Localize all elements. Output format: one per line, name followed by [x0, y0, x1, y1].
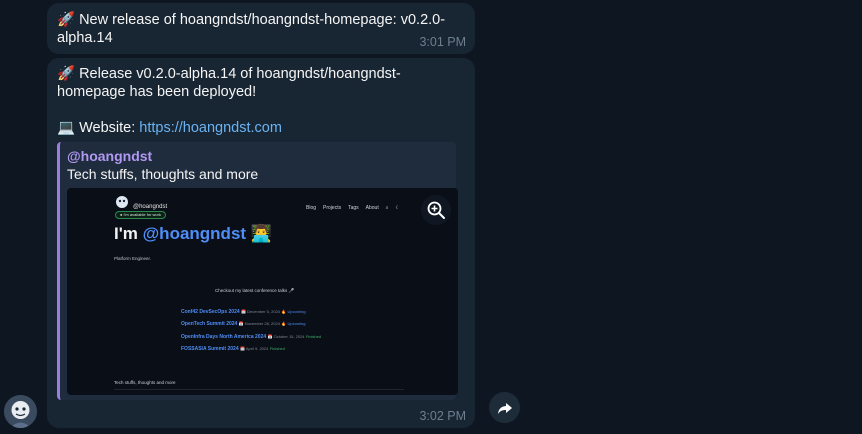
site-logo-icon: [116, 196, 128, 208]
preview-site-name: @hoangndst: [67, 148, 153, 164]
site-checkout: Checkout my latest conference talks 🎤: [215, 288, 295, 293]
share-button[interactable]: [489, 392, 520, 423]
message-time: 3:02 PM: [419, 409, 466, 423]
site-search-icon: ⌕: [385, 205, 389, 211]
preview-description: Tech stuffs, thoughts and more: [67, 166, 259, 182]
site-availability-badge: ● I'm available for work: [115, 211, 166, 219]
zoom-in-icon: [427, 201, 445, 219]
site-nav-tags: Tags: [348, 205, 359, 211]
message-text: 🚀 Release v0.2.0-alpha.14 of hoangndst/h…: [57, 66, 401, 100]
message-text: 🚀 New release of hoangndst/hoangndst-hom…: [57, 12, 446, 46]
website-link[interactable]: https://hoangndst.com: [139, 120, 282, 136]
site-theme-icon: ☾: [395, 205, 401, 211]
message-bubble-deploy[interactable]: 🚀 Release v0.2.0-alpha.14 of hoangndst/h…: [47, 58, 475, 428]
share-arrow-icon: [497, 402, 512, 414]
site-nav-about: About: [365, 205, 379, 211]
site-nav-projects: Projects: [323, 205, 342, 211]
user-avatar[interactable]: [4, 395, 37, 428]
site-subtitle: Platform Engineer.: [114, 256, 152, 261]
avatar-icon: [4, 395, 37, 428]
site-divider: [114, 389, 404, 390]
site-talk: FOSSASIA Summit 2024 📅 April 9, 2024 Fin…: [181, 346, 285, 352]
website-prefix: 💻 Website:: [57, 120, 140, 136]
preview-image[interactable]: @hoangndst ● I'm available for work Blog…: [67, 188, 458, 395]
site-nav-blog: Blog: [306, 205, 317, 211]
message-bubble-release[interactable]: 🚀 New release of hoangndst/hoangndst-hom…: [47, 3, 475, 54]
site-hero: I'm @hoangndst 👨‍💻: [114, 224, 272, 243]
website-line: 💻 Website: https://hoangndst.com: [57, 119, 465, 137]
zoom-button[interactable]: [421, 195, 451, 225]
site-nav: Blog Projects Tags About ⌕ ☾: [306, 199, 400, 217]
message-time: 3:01 PM: [419, 35, 466, 49]
link-preview[interactable]: @hoangndst Tech stuffs, thoughts and mor…: [57, 142, 458, 400]
